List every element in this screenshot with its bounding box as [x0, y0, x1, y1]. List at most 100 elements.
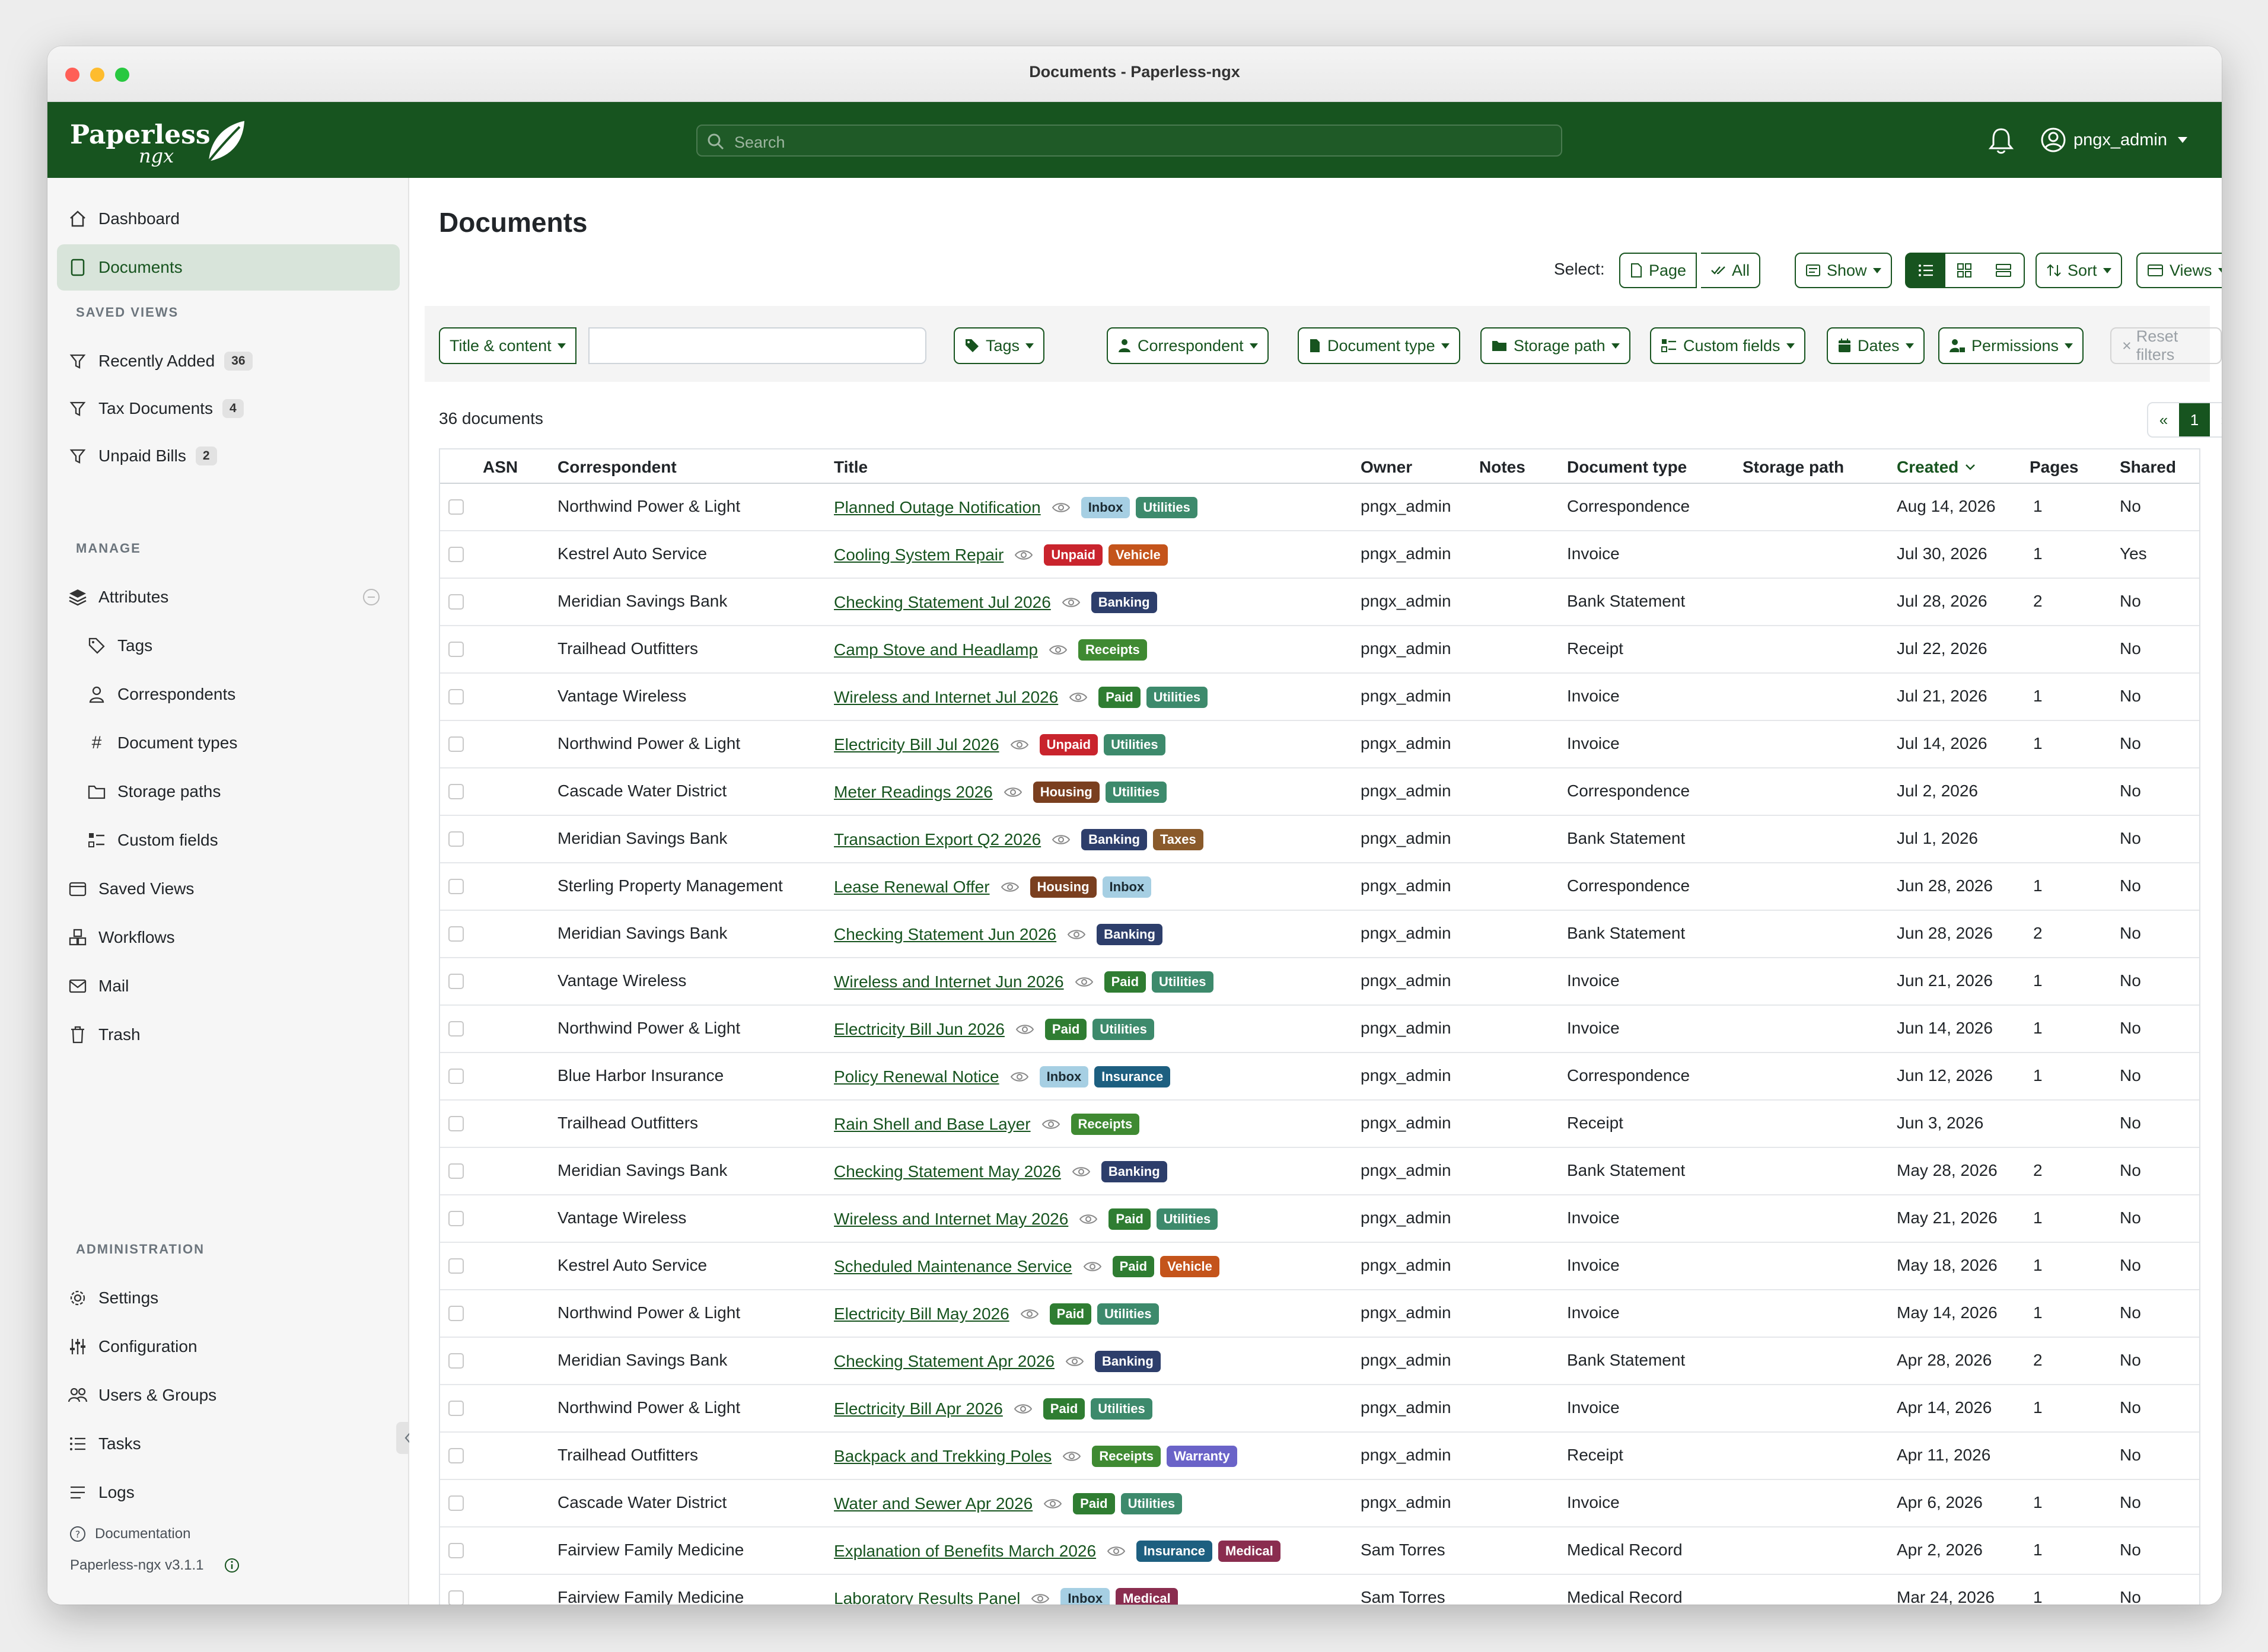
view-large-cards-button[interactable]: [1983, 253, 2025, 288]
correspondent-cell[interactable]: Northwind Power & Light: [558, 734, 740, 753]
user-menu[interactable]: pngx_admin: [2040, 125, 2187, 155]
document-type-cell[interactable]: Bank Statement: [1567, 1351, 1685, 1370]
document-type-cell[interactable]: Invoice: [1567, 971, 1620, 990]
tag-badge[interactable]: Banking: [1091, 592, 1157, 613]
tag-badge[interactable]: Paid: [1104, 971, 1146, 993]
permissions-filter-dropdown[interactable]: Permissions: [1938, 327, 2084, 364]
tag-badge[interactable]: Inbox: [1081, 497, 1130, 518]
table-row[interactable]: Kestrel Auto Service Scheduled Maintenanc…: [440, 1243, 2199, 1290]
sidebar-item-tasks[interactable]: Tasks: [57, 1421, 400, 1467]
document-title-link[interactable]: Camp Stove and Headlamp: [834, 640, 1038, 659]
tag-badge[interactable]: Paid: [1098, 687, 1141, 708]
document-type-cell[interactable]: Invoice: [1567, 687, 1620, 706]
view-table-button[interactable]: [1905, 253, 1947, 288]
tag-badge[interactable]: Unpaid: [1039, 734, 1098, 755]
document-title-link[interactable]: Rain Shell and Base Layer: [834, 1115, 1031, 1134]
column-storage-path[interactable]: Storage path: [1743, 458, 1844, 477]
row-checkbox[interactable]: [448, 736, 464, 752]
table-row[interactable]: Northwind Power & Light Electricity Bill …: [440, 1290, 2199, 1338]
eye-icon[interactable]: [1107, 1545, 1126, 1558]
document-title-link[interactable]: Scheduled Maintenance Service: [834, 1257, 1072, 1276]
eye-icon[interactable]: [1014, 1402, 1033, 1415]
global-search-input[interactable]: Search: [696, 125, 1562, 157]
row-checkbox[interactable]: [448, 1021, 464, 1037]
document-title-link[interactable]: Cooling System Repair: [834, 546, 1004, 565]
eye-icon[interactable]: [1014, 548, 1033, 562]
column-document-type[interactable]: Document type: [1567, 458, 1687, 477]
table-row[interactable]: Meridian Savings Bank Transaction Export …: [440, 816, 2199, 863]
table-row[interactable]: Fairview Family Medicine Laboratory Resul…: [440, 1575, 2199, 1605]
sidebar-item-logs[interactable]: Logs: [57, 1469, 400, 1516]
document-type-cell[interactable]: Invoice: [1567, 734, 1620, 753]
tag-badge[interactable]: Housing: [1030, 876, 1097, 898]
row-checkbox[interactable]: [448, 926, 464, 942]
document-title-link[interactable]: Electricity Bill Jul 2026: [834, 735, 999, 754]
sidebar-item-document-types[interactable]: # Document types: [76, 720, 400, 766]
row-checkbox[interactable]: [448, 1590, 464, 1605]
document-type-cell[interactable]: Medical Record: [1567, 1588, 1683, 1605]
tag-badge[interactable]: Banking: [1081, 829, 1147, 850]
table-row[interactable]: Fairview Family Medicine Explanation of B…: [440, 1527, 2199, 1575]
eye-icon[interactable]: [1043, 1497, 1062, 1510]
table-row[interactable]: Trailhead Outfitters Backpack and Trekkin…: [440, 1433, 2199, 1480]
tag-badge[interactable]: Utilities: [1092, 1019, 1154, 1040]
info-circle-icon[interactable]: [224, 1557, 240, 1574]
app-logo[interactable]: Paperless ngx: [70, 117, 260, 167]
document-type-cell[interactable]: Bank Statement: [1567, 1161, 1685, 1180]
correspondent-cell[interactable]: Trailhead Outfitters: [558, 639, 698, 658]
row-checkbox[interactable]: [448, 1258, 464, 1274]
tag-badge[interactable]: Utilities: [1156, 1208, 1218, 1230]
eye-icon[interactable]: [1004, 786, 1022, 799]
document-title-link[interactable]: Checking Statement May 2026: [834, 1162, 1061, 1181]
show-dropdown[interactable]: Show: [1795, 253, 1892, 288]
row-checkbox[interactable]: [448, 1543, 464, 1558]
eye-icon[interactable]: [1072, 1165, 1091, 1178]
document-title-link[interactable]: Lease Renewal Offer: [834, 878, 990, 897]
column-pages[interactable]: Pages: [2030, 458, 2079, 477]
title-content-dropdown[interactable]: Title & content: [439, 327, 576, 364]
sidebar-item-attributes[interactable]: Attributes: [57, 574, 400, 620]
document-title-link[interactable]: Policy Renewal Notice: [834, 1067, 999, 1086]
bell-icon[interactable]: [1988, 127, 2014, 154]
tag-badge[interactable]: Unpaid: [1044, 544, 1103, 566]
correspondent-cell[interactable]: Meridian Savings Bank: [558, 592, 727, 611]
document-title-link[interactable]: Checking Statement Apr 2026: [834, 1352, 1055, 1371]
table-row[interactable]: Cascade Water District Water and Sewer Ap…: [440, 1480, 2199, 1527]
document-title-link[interactable]: Electricity Bill Jun 2026: [834, 1020, 1005, 1039]
column-correspondent[interactable]: Correspondent: [558, 458, 677, 477]
eye-icon[interactable]: [1010, 738, 1029, 751]
document-title-link[interactable]: Checking Statement Jul 2026: [834, 593, 1051, 612]
eye-icon[interactable]: [1052, 501, 1071, 514]
document-type-cell[interactable]: Bank Statement: [1567, 829, 1685, 848]
tag-badge[interactable]: Paid: [1043, 1398, 1085, 1420]
correspondent-cell[interactable]: Cascade Water District: [558, 1493, 727, 1512]
eye-icon[interactable]: [1067, 928, 1086, 941]
sidebar-item-storage-paths[interactable]: Storage paths: [76, 768, 400, 815]
eye-icon[interactable]: [1052, 833, 1071, 846]
correspondent-cell[interactable]: Trailhead Outfitters: [558, 1446, 698, 1465]
correspondent-cell[interactable]: Cascade Water District: [558, 782, 727, 801]
document-type-cell[interactable]: Bank Statement: [1567, 924, 1685, 943]
row-checkbox[interactable]: [448, 642, 464, 657]
row-checkbox[interactable]: [448, 499, 464, 515]
correspondent-cell[interactable]: Fairview Family Medicine: [558, 1541, 744, 1559]
table-row[interactable]: Vantage Wireless Wireless and Internet Ju…: [440, 958, 2199, 1006]
pagination-prev[interactable]: «: [2148, 403, 2179, 436]
correspondent-cell[interactable]: Meridian Savings Bank: [558, 924, 727, 943]
document-type-cell[interactable]: Invoice: [1567, 544, 1620, 563]
row-checkbox[interactable]: [448, 1211, 464, 1226]
sidebar-item-workflows[interactable]: Workflows: [57, 914, 400, 961]
correspondent-cell[interactable]: Northwind Power & Light: [558, 1303, 740, 1322]
sidebar-item-documents[interactable]: Documents: [57, 244, 400, 291]
row-checkbox[interactable]: [448, 879, 464, 894]
correspondent-filter-dropdown[interactable]: Correspondent: [1107, 327, 1269, 364]
document-type-cell[interactable]: Invoice: [1567, 1019, 1620, 1038]
correspondent-cell[interactable]: Vantage Wireless: [558, 971, 686, 990]
select-page-button[interactable]: Page: [1619, 253, 1697, 288]
tag-badge[interactable]: Receipts: [1078, 639, 1147, 661]
tag-badge[interactable]: Paid: [1049, 1303, 1092, 1325]
sidebar-item-mail[interactable]: Mail: [57, 963, 400, 1009]
sidebar-item-custom-fields[interactable]: Custom fields: [76, 817, 400, 863]
sidebar-item-saved-views[interactable]: Saved Views: [57, 866, 400, 912]
pagination-page[interactable]: 1: [2179, 403, 2210, 436]
